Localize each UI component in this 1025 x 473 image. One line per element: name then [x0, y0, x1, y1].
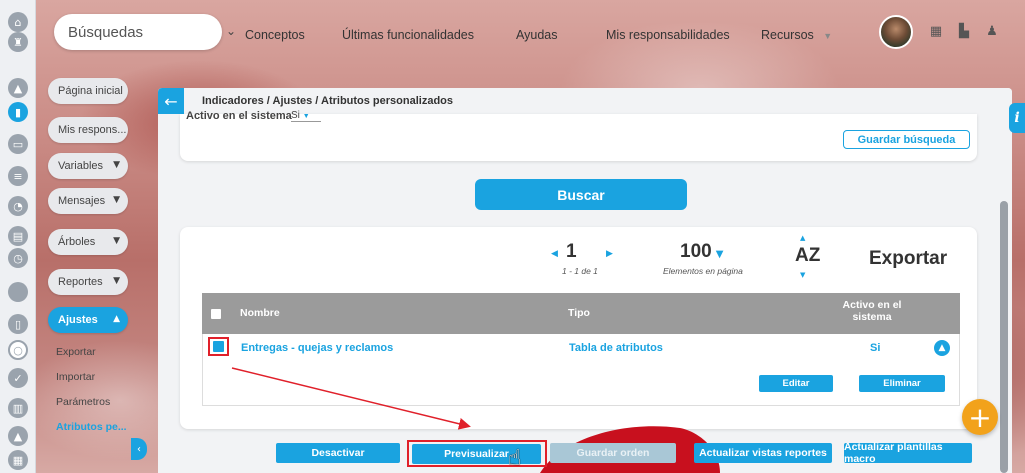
update-report-views-button[interactable]: Actualizar vistas reportes: [694, 443, 832, 463]
save-order-button[interactable]: Guardar orden: [550, 443, 676, 463]
hand-cursor-icon: ☝: [508, 446, 522, 471]
preview-button[interactable]: Previsualizar: [412, 444, 541, 464]
add-fab-button[interactable]: +: [962, 399, 998, 435]
annotation-arrow-line: [231, 367, 471, 430]
update-macro-templates-button[interactable]: Actualizar plantillas macro: [844, 441, 972, 465]
help-tab[interactable]: i: [1009, 103, 1025, 133]
deactivate-button[interactable]: Desactivar: [276, 443, 400, 463]
annotation-arrows: [231, 367, 720, 473]
